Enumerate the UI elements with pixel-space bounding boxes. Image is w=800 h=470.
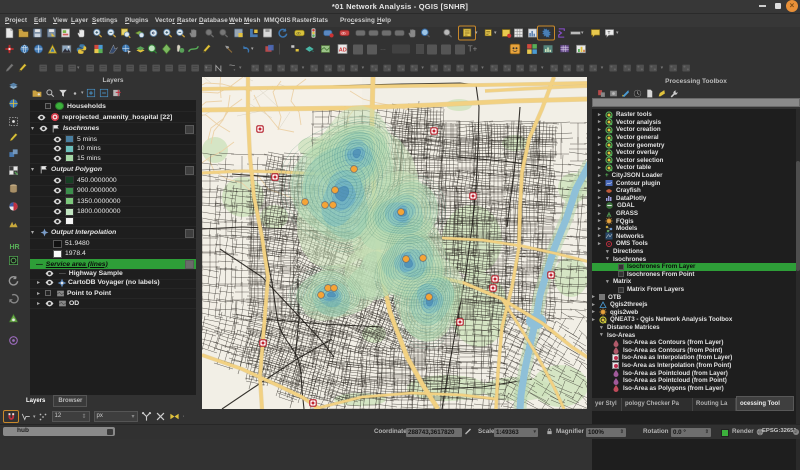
svg-text:T: T	[607, 30, 610, 36]
svg-text:*: *	[233, 68, 235, 73]
svg-text:AD: AD	[338, 47, 346, 53]
svg-text:db: db	[341, 31, 345, 35]
svg-text:db: db	[296, 31, 300, 35]
